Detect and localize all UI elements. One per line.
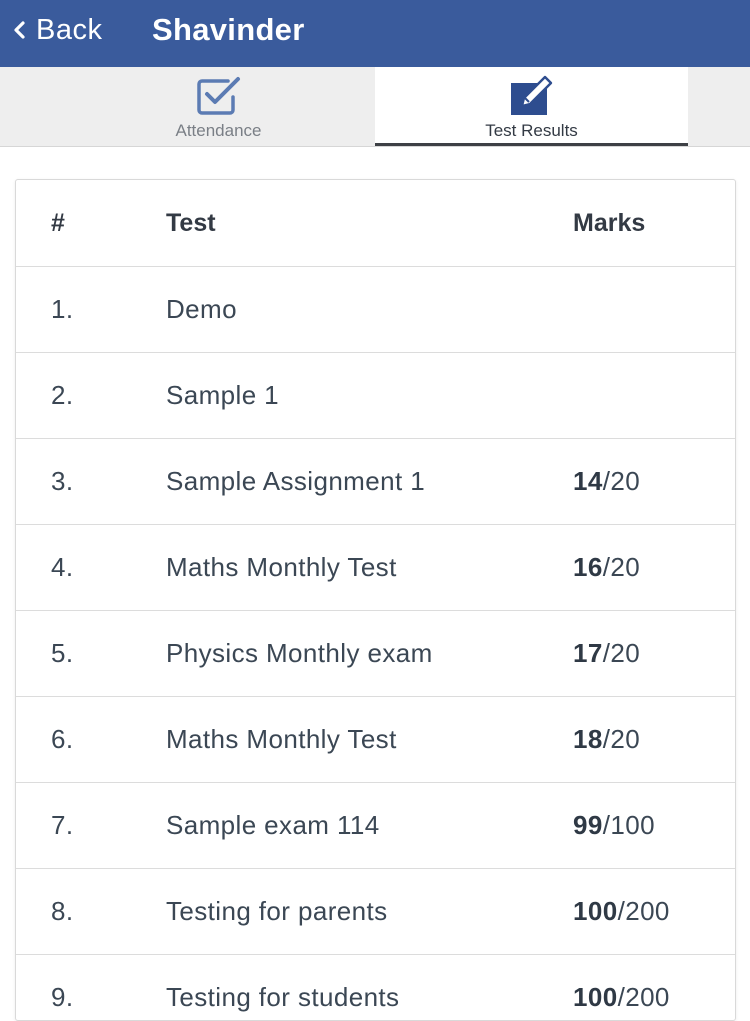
row-index: 5.: [51, 638, 74, 668]
test-name: Sample 1: [166, 380, 280, 410]
marks-obtained: 99: [573, 810, 603, 840]
marks-total: /20: [602, 724, 641, 754]
marks-obtained: 100: [573, 896, 618, 926]
column-header-marks: Marks: [573, 208, 646, 237]
row-index: 3.: [51, 466, 74, 496]
table-row[interactable]: 7. Sample exam 114 99/100: [16, 783, 735, 869]
row-index: 9.: [51, 982, 74, 1012]
table-row[interactable]: 3. Sample Assignment 1 14/20: [16, 439, 735, 525]
tab-test-results-label: Test Results: [485, 121, 578, 140]
row-index: 2.: [51, 380, 74, 410]
table-row[interactable]: 5. Physics Monthly exam 17/20: [16, 611, 735, 697]
test-name: Maths Monthly Test: [166, 552, 397, 582]
row-index: 7.: [51, 810, 74, 840]
table-row[interactable]: 4. Maths Monthly Test 16/20: [16, 525, 735, 611]
table-row[interactable]: 9. Testing for students 100/200: [16, 955, 735, 1020]
marks: 17/20: [573, 611, 640, 696]
marks-total: /100: [602, 810, 655, 840]
app-bar: Back Shavinder: [0, 0, 750, 67]
table-header-row: # Test Marks: [16, 180, 735, 267]
back-button[interactable]: Back: [10, 12, 102, 48]
marks-obtained: 14: [573, 466, 603, 496]
marks: 99/100: [573, 783, 655, 868]
tab-attendance[interactable]: Attendance: [62, 67, 375, 146]
page-title: Shavinder: [152, 12, 305, 47]
marks: 100/200: [573, 955, 670, 1020]
tab-test-results[interactable]: Test Results: [375, 67, 688, 146]
chevron-left-icon: [14, 21, 25, 39]
test-name: Physics Monthly exam: [166, 638, 433, 668]
marks-total: /20: [602, 466, 641, 496]
tab-bar: Attendance Test Results: [0, 67, 750, 147]
back-label: Back: [36, 14, 103, 46]
test-name: Testing for students: [166, 982, 400, 1012]
test-name: Demo: [166, 294, 237, 324]
row-index: 8.: [51, 896, 74, 926]
table-row[interactable]: 6. Maths Monthly Test 18/20: [16, 697, 735, 783]
column-header-test: Test: [166, 208, 216, 237]
row-index: 4.: [51, 552, 74, 582]
marks: 18/20: [573, 697, 640, 782]
edit-icon: [510, 75, 552, 115]
row-index: 1.: [51, 294, 74, 324]
test-name: Maths Monthly Test: [166, 724, 397, 754]
test-name: Sample exam 114: [166, 810, 380, 840]
marks: 100/200: [573, 869, 670, 954]
marks-obtained: 100: [573, 982, 618, 1012]
marks-total: /20: [602, 638, 641, 668]
marks-total: /20: [602, 552, 641, 582]
marks: 16/20: [573, 525, 640, 610]
marks-obtained: 17: [573, 638, 603, 668]
table-row[interactable]: 2. Sample 1: [16, 353, 735, 439]
tab-attendance-label: Attendance: [175, 121, 262, 140]
marks-total: /200: [617, 896, 670, 926]
marks-obtained: 18: [573, 724, 603, 754]
test-results-table: # Test Marks 1. Demo 2. Sample 1 3. Samp…: [15, 179, 736, 1021]
test-name: Sample Assignment 1: [166, 466, 426, 496]
test-name: Testing for parents: [166, 896, 388, 926]
table-row[interactable]: 8. Testing for parents 100/200: [16, 869, 735, 955]
marks: 14/20: [573, 439, 640, 524]
column-header-number: #: [51, 208, 65, 237]
marks-total: /200: [617, 982, 670, 1012]
row-index: 6.: [51, 724, 74, 754]
marks-obtained: 16: [573, 552, 603, 582]
table-row[interactable]: 1. Demo: [16, 267, 735, 353]
checkbox-icon: [196, 77, 240, 115]
